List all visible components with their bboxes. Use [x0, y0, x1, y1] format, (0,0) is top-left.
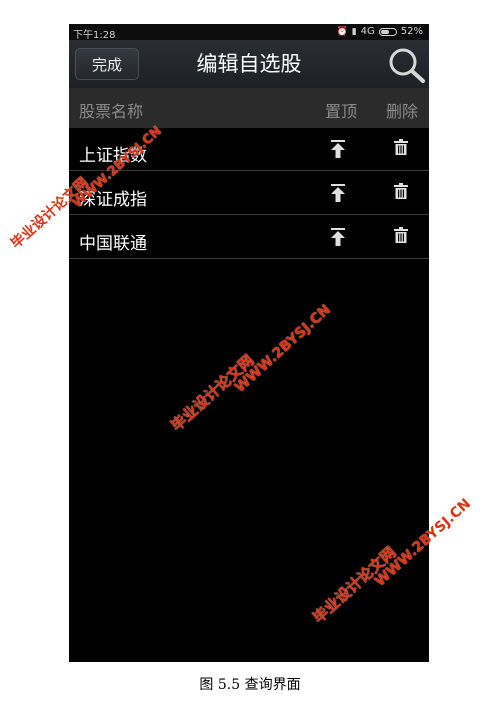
done-button[interactable]: 完成 [75, 48, 139, 80]
column-header: 股票名称 置顶 删除 [69, 88, 429, 128]
trash-icon[interactable] [394, 139, 408, 155]
status-time: 下午1:28 [73, 30, 116, 41]
signal-icon: ▮ [351, 26, 357, 37]
status-icons: ⏰ ▮ 4G 52% [336, 26, 423, 37]
battery-icon [378, 27, 397, 36]
alarm-icon: ⏰ [336, 26, 348, 37]
network-label: 4G [360, 26, 375, 37]
pin-to-top-icon[interactable] [331, 228, 345, 246]
figure-caption: 图 5.5 查询界面 [199, 677, 301, 693]
trash-icon[interactable] [394, 227, 408, 243]
column-top: 置顶 [325, 102, 358, 121]
column-name: 股票名称 [79, 102, 144, 121]
column-delete: 删除 [386, 102, 419, 121]
page-title: 编辑自选股 [196, 52, 302, 76]
pin-to-top-icon[interactable] [331, 140, 345, 158]
stock-row: 深证成指 [69, 172, 429, 215]
trash-icon[interactable] [394, 183, 408, 199]
search-icon[interactable] [387, 46, 427, 84]
status-bar: 下午1:28 ⏰ ▮ 4G 52% [69, 24, 429, 41]
battery-percent: 52% [400, 26, 423, 37]
stock-name: 中国联通 [79, 234, 147, 254]
top-bar: 完成 编辑自选股 [69, 40, 429, 88]
stock-row: 中国联通 [69, 216, 429, 259]
pin-to-top-icon[interactable] [331, 184, 345, 202]
